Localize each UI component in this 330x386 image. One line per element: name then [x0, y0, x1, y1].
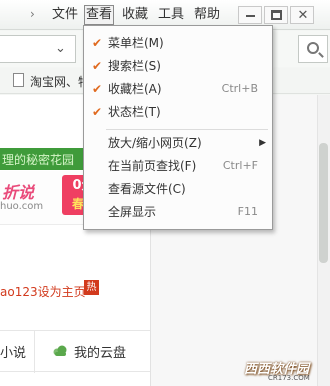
menu-help[interactable]: 帮助	[190, 5, 224, 25]
menu-item-searchbar[interactable]: ✔ 搜索栏(S)	[84, 55, 272, 77]
menu-item-shortcut: Ctrl+B	[221, 82, 258, 95]
minimize-button[interactable]	[238, 6, 262, 24]
tile-divider	[34, 331, 35, 373]
menu-item-fullscreen[interactable]: 全屏显示 F11	[84, 201, 272, 223]
menu-item-statusbar[interactable]: ✔ 状态栏(T)	[84, 101, 272, 123]
close-icon: ✕	[297, 8, 309, 23]
search-button[interactable]	[298, 35, 328, 63]
menu-overflow-icon[interactable]: ›	[30, 7, 35, 21]
check-icon: ✔	[92, 105, 103, 119]
menu-item-shortcut: Ctrl+F	[222, 159, 258, 172]
menu-tools[interactable]: 工具	[156, 5, 186, 25]
scrollbar-thumb[interactable]	[319, 143, 328, 263]
set-homepage-link[interactable]: ao123设为主页	[0, 283, 86, 300]
tile-novel[interactable]: 小说	[0, 342, 26, 361]
page-icon	[13, 73, 24, 87]
menu-item-view-source[interactable]: 查看源文件(C)	[84, 178, 272, 200]
menu-file[interactable]: 文件	[50, 5, 80, 25]
menu-item-find[interactable]: 在当前页查找(F) Ctrl+F	[84, 155, 272, 177]
close-button[interactable]: ✕	[290, 6, 314, 24]
menu-item-label: 全屏显示	[108, 205, 157, 219]
maximize-icon	[271, 10, 282, 20]
tile-cloud-drive[interactable]: 我的云盘	[74, 342, 126, 361]
check-icon: ✔	[92, 36, 103, 50]
menu-item-label: 搜索栏(S)	[108, 59, 161, 73]
submenu-arrow-icon: ▶	[259, 138, 266, 148]
menu-item-menubar[interactable]: ✔ 菜单栏(M)	[84, 32, 272, 54]
menu-divider	[106, 129, 268, 130]
chevron-down-icon[interactable]: ⌄	[55, 41, 66, 56]
check-icon: ✔	[92, 82, 103, 96]
menu-item-label: 状态栏(T)	[108, 105, 161, 119]
check-icon: ✔	[92, 59, 103, 73]
cloud-icon	[53, 345, 67, 356]
menu-item-zoom[interactable]: 放大/缩小网页(Z) ▶	[84, 132, 272, 154]
menu-item-label: 查看源文件(C)	[108, 182, 186, 196]
hot-badge: 热	[84, 280, 99, 295]
nav-tiles: 小说 我的云盘	[0, 330, 150, 373]
ad-brand: 折说	[2, 183, 35, 202]
menu-view[interactable]: 查看	[84, 5, 114, 25]
menu-favorites[interactable]: 收藏	[118, 5, 152, 25]
menu-item-shortcut: F11	[237, 205, 258, 218]
maximize-button[interactable]	[264, 6, 288, 24]
banner-text: 理的秘密花园	[2, 153, 75, 167]
menu-item-label: 放大/缩小网页(Z)	[108, 136, 202, 150]
search-icon	[307, 42, 319, 54]
menu-item-label: 菜单栏(M)	[108, 36, 164, 50]
menu-item-label: 在当前页查找(F)	[108, 159, 197, 173]
menu-item-label: 收藏栏(A)	[108, 82, 162, 96]
menu-item-favoritesbar[interactable]: ✔ 收藏栏(A) Ctrl+B	[84, 78, 272, 100]
view-menu-dropdown: ✔ 菜单栏(M) ✔ 搜索栏(S) ✔ 收藏栏(A) Ctrl+B ✔ 状态栏(…	[83, 25, 273, 230]
favorite-item-taobao[interactable]: 淘宝网、特	[30, 73, 90, 90]
watermark-sub: CR173.COM	[268, 374, 310, 382]
address-input[interactable]: ⌄	[0, 35, 76, 63]
minimize-icon	[246, 15, 255, 17]
ad-domain: huo.com	[0, 201, 44, 212]
